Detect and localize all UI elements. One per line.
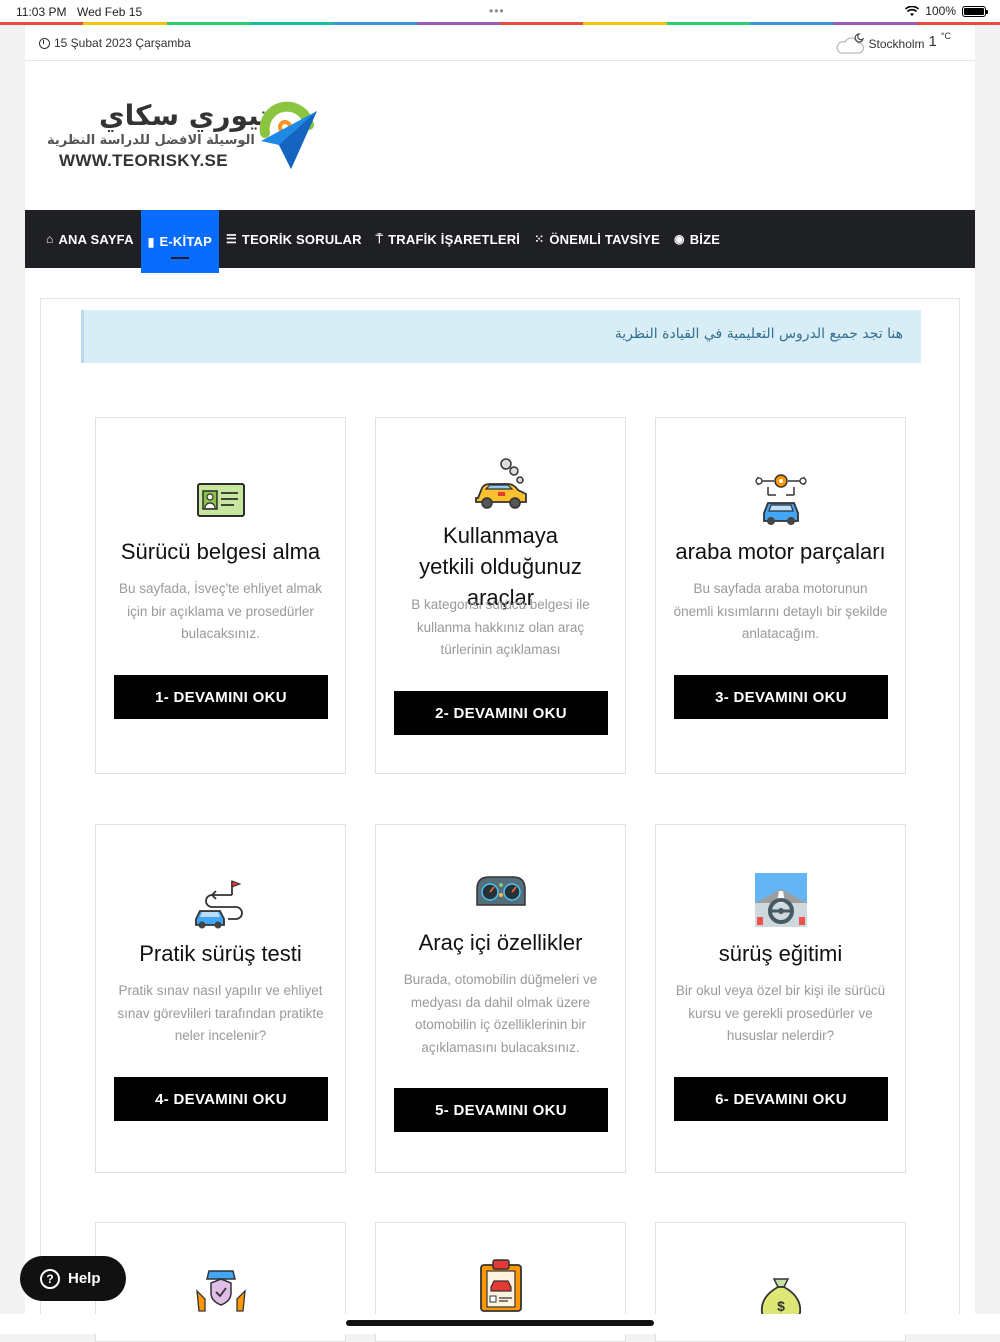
home-icon: ⌂ (46, 232, 54, 246)
route-car-icon (192, 877, 250, 934)
cloud-moon-icon (836, 33, 864, 54)
weather-city: Stockholm (868, 37, 925, 51)
card-description: Bu sayfada, İsveç'te ehliyet almak için … (119, 581, 322, 641)
messenger-icon: ◉ (674, 232, 685, 246)
id-card-icon (196, 483, 245, 522)
article-card: araba motor parçaları Bu sayfada araba mo… (655, 417, 906, 774)
logo-arabic-subtitle: الوسيلة الافضل للدراسة النظرية (47, 133, 255, 148)
nav-item-0[interactable]: ⌂ ANA SAYFA (39, 210, 141, 268)
car-parts-icon (754, 473, 808, 532)
read-more-button[interactable]: 2- DEVAMINI OKU (394, 691, 608, 735)
multitask-dots-icon[interactable]: ••• (489, 4, 505, 18)
nav-item-label: BİZE (689, 231, 721, 247)
battery-icon (962, 5, 988, 17)
home-indicator[interactable] (346, 1320, 654, 1326)
nav-item-label: TEORİK SORULAR (241, 231, 362, 247)
nav-item-label: ÖNEMLİ TAVSİYE (549, 231, 661, 247)
main-nav: ⌂ ANA SAYFA ▮ E-KİTAP ☰ TEORİK SORULAR ⍑ TRAFİK… (25, 210, 975, 273)
nav-item-1[interactable]: ▮ E-KİTAP (140, 210, 219, 273)
card-description: B kategorisi sürücü belgesi ile kullanma… (411, 597, 590, 657)
card-description: Bir okul veya özel bir kişi ile sürücü k… (675, 983, 886, 1043)
card-title: Pratik sürüş testi (139, 941, 302, 966)
article-card: Araç içi özellikler Burada, otomobilin dü… (375, 824, 626, 1173)
nav-item-4[interactable]: ⁙ ÖNEMLİ TAVSİYE (527, 210, 667, 268)
card-description: Bu sayfada araba motorunun önemli kısıml… (673, 581, 888, 641)
wifi-icon (905, 5, 920, 16)
status-time: 11:03 PM (16, 5, 67, 19)
website: 15 Şubat 2023 Çarşamba Stockholm 1 °C تي… (25, 25, 975, 1342)
read-more-button[interactable]: 4- DEVAMINI OKU (114, 1077, 328, 1121)
card-description: Pratik sınav nasıl yapılır ve ehliyet sı… (117, 983, 324, 1043)
nav-item-3[interactable]: ⍑ TRAFİK İŞARETLERİ (369, 210, 527, 268)
read-more-button[interactable]: 6- DEVAMINI OKU (674, 1077, 888, 1121)
car-smoke-icon (472, 458, 530, 517)
book-icon: ▮ (147, 234, 155, 249)
card-description: Burada, otomobilin düğmeleri ve medyası … (403, 972, 598, 1055)
read-more-button[interactable]: 3- DEVAMINI OKU (674, 675, 888, 719)
site-logo[interactable]: تيوري سكاي الوسيلة الافضل للدراسة النظري… (47, 99, 317, 179)
sign-icon: ⍑ (375, 231, 384, 246)
logo-mark-icon (259, 101, 317, 169)
question-icon: ? (40, 1268, 60, 1289)
card-title: sürüş eğitimi (718, 941, 843, 966)
dashboard-icon (475, 875, 527, 912)
ios-status-bar: 11:03 PM Wed Feb 15 ••• 100% (0, 0, 1000, 24)
svg-text:$: $ (777, 1298, 785, 1314)
help-label: Help (68, 1270, 101, 1287)
weather-unit: °C (940, 31, 951, 41)
nav-item-label: TRAFİK İŞARETLERİ (388, 231, 521, 247)
article-card: sürüş eğitimi Bir okul veya özel bir kişi… (655, 824, 906, 1173)
battery-percent: 100% (925, 4, 956, 18)
top-bar: 15 Şubat 2023 Çarşamba Stockholm 1 °C (25, 25, 975, 61)
clipboard-car-icon (479, 1259, 523, 1318)
article-card: Sürücü belgesi alma Bu sayfada, İsveç'te … (95, 417, 346, 774)
weather-widget: Stockholm 1 °C (835, 31, 951, 55)
article-card: Kullanmaya yetkili olduğunuz araçlar B ka… (375, 417, 626, 774)
card-title: Sürücü belgesi alma (120, 539, 321, 564)
read-more-button[interactable]: 1- DEVAMINI OKU (114, 675, 328, 719)
content-area: هنا تجد جميع الدروس التعليمية في القيادة… (40, 298, 960, 1342)
nav-item-2[interactable]: ☰ TEORİK SORULAR (219, 210, 369, 268)
clock-icon (39, 37, 50, 49)
logo-url: WWW.TEORISKY.SE (59, 151, 228, 170)
card-title: araba motor parçaları (675, 539, 886, 564)
help-button[interactable]: ? Help (20, 1256, 126, 1301)
nav-item-label: ANA SAYFA (58, 231, 134, 247)
read-more-button[interactable]: 5- DEVAMINI OKU (394, 1088, 608, 1132)
nav-item-label: E-KİTAP (159, 234, 212, 249)
car-insurance-icon (195, 1265, 247, 1318)
list-icon: ☰ (225, 232, 237, 246)
card-title: Araç içi özellikler (418, 930, 583, 955)
steering-wheel-icon (754, 873, 807, 932)
site-header: تيوري سكاي الوسيلة الافضل للدراسة النظري… (25, 61, 975, 210)
nav-item-5[interactable]: ◉ BİZE (667, 210, 727, 268)
grid-icon: ⁙ (534, 232, 545, 246)
weather-temp: 1 (928, 33, 937, 50)
current-date: 15 Şubat 2023 Çarşamba (54, 36, 191, 50)
info-notice: هنا تجد جميع الدروس التعليمية في القيادة… (81, 310, 921, 363)
status-date: Wed Feb 15 (77, 5, 143, 19)
article-card: Pratik sürüş testi Pratik sınav nasıl yap… (95, 824, 346, 1173)
